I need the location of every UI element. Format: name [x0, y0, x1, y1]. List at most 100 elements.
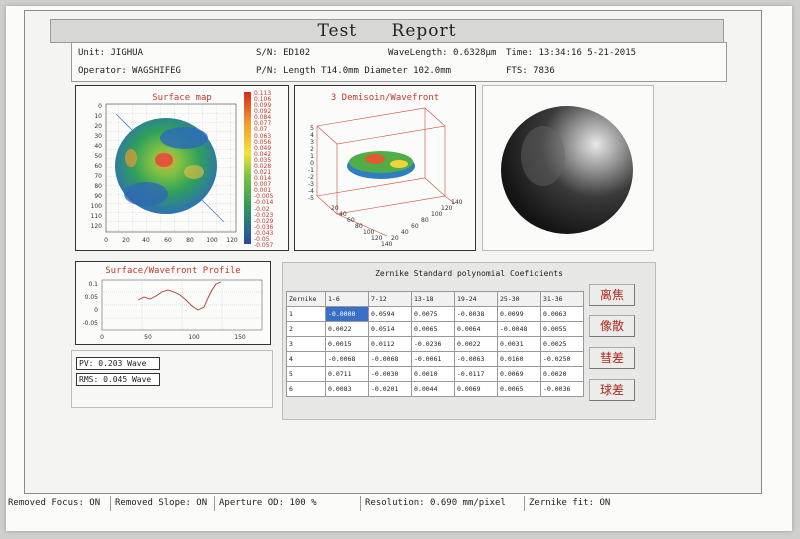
zernike-cell[interactable]: 1 — [286, 306, 326, 322]
x-tick: 20 — [331, 205, 339, 212]
zernike-header-row: Zernike 1-6 7-12 13-18 19-24 25-30 31-36 — [286, 291, 584, 307]
zernike-cell[interactable]: 0.0514 — [368, 321, 412, 337]
zernike-col-header: 13-18 — [411, 291, 455, 307]
y-tick: 30 — [94, 133, 102, 140]
zernike-cell[interactable]: 0.0065 — [411, 321, 455, 337]
zernike-cell[interactable]: -0.0063 — [454, 351, 498, 367]
zernike-cell[interactable]: 0.0020 — [540, 366, 584, 382]
defocus-button[interactable]: 离焦 — [589, 284, 635, 306]
x-tick: 100 — [206, 237, 218, 244]
x-tick: 0 — [104, 237, 108, 244]
profile-panel: Surface/Wavefront Profile 0.1 0.05 0 -0.… — [75, 261, 271, 345]
zernike-cell[interactable]: 0.0069 — [454, 381, 498, 397]
zernike-cell[interactable]: -0.0250 — [540, 351, 584, 367]
y-tick: 100 — [91, 203, 103, 210]
zernike-cell[interactable]: 0.0112 — [368, 336, 412, 352]
x-tick: 60 — [347, 217, 355, 224]
zernike-cell[interactable]: 2 — [286, 321, 326, 337]
y-tick: 80 — [94, 183, 102, 190]
zernike-cell[interactable]: 0.0075 — [411, 306, 455, 322]
zernike-cell[interactable]: -0.0048 — [497, 321, 541, 337]
y-tick: 70 — [94, 173, 102, 180]
time-field: Time: 13:34:16 5-21-2015 — [506, 48, 637, 58]
surface-map-panel: Surface map 0 10 20 30 40 50 60 70 80 90… — [75, 85, 289, 251]
x-tick: 0 — [100, 334, 104, 341]
zernike-cell[interactable]: -0.0038 — [454, 306, 498, 322]
zernike-col-header: Zernike — [286, 291, 326, 307]
z-tick: 5 — [310, 125, 314, 132]
y-tick: 120 — [91, 223, 103, 230]
removed-focus-status: Removed Focus: ON — [8, 498, 101, 508]
z-tick: 3 — [310, 139, 314, 146]
table-row: 2 0.0022 0.0514 0.0065 0.0064 -0.0048 0.… — [286, 321, 584, 337]
y-tick: 80 — [421, 217, 429, 224]
y-tick: 60 — [94, 163, 102, 170]
zernike-cell[interactable]: 0.0010 — [411, 366, 455, 382]
wavelength-field: WaveLength: 0.6328μm — [388, 48, 497, 58]
title-word-test: Test — [317, 21, 358, 41]
zernike-cell[interactable]: 3 — [286, 336, 326, 352]
profile-plot: 0.1 0.05 0 -0.05 0 50 100 150 — [82, 279, 263, 341]
z-tick: -4 — [308, 188, 314, 195]
zernike-cell[interactable]: 0.0711 — [325, 366, 369, 382]
zernike-cell[interactable]: 0.0099 — [497, 306, 541, 322]
coma-button[interactable]: 彗差 — [589, 347, 635, 369]
part-number-field: P/N: Length T14.0mm Diameter 102.0mm — [256, 66, 452, 76]
surface-map-y-ticks: 0 10 20 30 40 50 60 70 80 90 100 110 120 — [91, 103, 103, 230]
zernike-cell[interactable]: -0.0068 — [325, 351, 369, 367]
zernike-cell[interactable]: 0.0065 — [497, 381, 541, 397]
zernike-cell[interactable]: 0.0594 — [368, 306, 412, 322]
zernike-cell[interactable]: 0.0063 — [540, 306, 584, 322]
report-title: Test Report — [50, 19, 724, 43]
zernike-table: Zernike 1-6 7-12 13-18 19-24 25-30 31-36… — [286, 291, 584, 397]
zernike-cell[interactable]: 0.0083 — [325, 381, 369, 397]
rms-value: RMS: 0.045 Wave — [76, 373, 160, 386]
x-tick: 80 — [186, 237, 194, 244]
zernike-cell[interactable]: 0.0015 — [325, 336, 369, 352]
zernike-cell[interactable]: -0.0061 — [411, 351, 455, 367]
zernike-cell[interactable]: 0.0025 — [540, 336, 584, 352]
zernike-col-header: 7-12 — [368, 291, 412, 307]
zernike-cell[interactable]: -0.0236 — [411, 336, 455, 352]
profile-y-ticks: 0.1 0.05 0 -0.05 — [82, 281, 98, 327]
x-tick: 20 — [122, 237, 130, 244]
table-row: 5 0.0711 -0.0030 0.0010 -0.0117 0.0069 0… — [286, 366, 584, 382]
zernike-cell[interactable]: 0.0069 — [497, 366, 541, 382]
zernike-cell[interactable]: 6 — [286, 381, 326, 397]
table-row: 3 0.0015 0.0112 -0.0236 0.0022 0.0031 0.… — [286, 336, 584, 352]
x-tick: 50 — [144, 334, 152, 341]
astigmatism-button[interactable]: 像散 — [589, 315, 635, 337]
zernike-cell[interactable]: 5 — [286, 366, 326, 382]
x-tick: 60 — [164, 237, 172, 244]
z-tick: -3 — [308, 181, 314, 188]
zernike-cell[interactable]: -0.0201 — [368, 381, 412, 397]
aperture-status: Aperture OD: 100 % — [214, 496, 317, 511]
zernike-cell[interactable]: 4 — [286, 351, 326, 367]
x-tick: 100 — [188, 334, 200, 341]
table-row: 6 0.0083 -0.0201 0.0044 0.0069 0.0065 -0… — [286, 381, 584, 397]
zernike-fit-status: Zernike fit: ON — [524, 496, 610, 511]
zernike-cell[interactable]: 0.0044 — [411, 381, 455, 397]
y-tick: 40 — [94, 143, 102, 150]
table-row: 4 -0.0068 -0.0068 -0.0061 -0.0063 0.0160… — [286, 351, 584, 367]
z-tick: -2 — [308, 174, 314, 181]
spherical-aberration-button[interactable]: 球差 — [589, 379, 635, 401]
x-tick: 120 — [226, 237, 238, 244]
profile-x-ticks: 0 50 100 150 — [100, 334, 246, 341]
title-word-report: Report — [391, 21, 457, 41]
zernike-cell[interactable]: 0.0055 — [540, 321, 584, 337]
zernike-cell[interactable]: 0.0160 — [497, 351, 541, 367]
zernike-cell[interactable]: 0.0064 — [454, 321, 498, 337]
zernike-cell[interactable]: 0.0031 — [497, 336, 541, 352]
y-tick: 0.1 — [88, 281, 98, 288]
zernike-col-header: 1-6 — [325, 291, 369, 307]
zernike-cell[interactable]: -0.0036 — [540, 381, 584, 397]
removed-slope-status: Removed Slope: ON — [110, 496, 207, 511]
zernike-cell[interactable]: -0.0030 — [368, 366, 412, 382]
zernike-cell[interactable]: -0.0117 — [454, 366, 498, 382]
zernike-cell[interactable]: 0.0022 — [325, 321, 369, 337]
fts-field: FTS: 7836 — [506, 66, 555, 76]
zernike-cell-selected[interactable]: -0.0000 — [325, 306, 369, 322]
zernike-cell[interactable]: 0.0022 — [454, 336, 498, 352]
zernike-cell[interactable]: -0.0068 — [368, 351, 412, 367]
